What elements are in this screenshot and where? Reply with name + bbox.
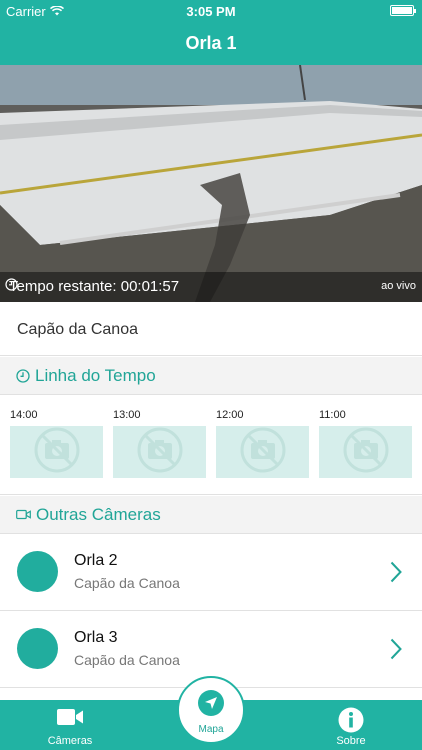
camera-avatar xyxy=(17,551,58,592)
no-image-icon xyxy=(137,427,183,478)
timeline-thumbnail[interactable] xyxy=(216,426,309,478)
timeline-strip: 14:00 13:00 12:00 11:00 xyxy=(0,395,422,495)
tab-about-label: Sobre xyxy=(336,735,366,747)
tab-cameras[interactable]: Câmeras xyxy=(10,700,130,750)
time-remaining-label: Tempo restante: 00:01:57 xyxy=(9,278,180,295)
timeline-thumbnail[interactable] xyxy=(319,426,412,478)
tab-map[interactable]: Mapa xyxy=(177,676,245,744)
no-image-icon xyxy=(34,427,80,478)
chevron-right-icon xyxy=(390,638,402,665)
timeline-time: 14:00 xyxy=(10,409,38,421)
status-bar: Carrier 3:05 PM xyxy=(0,0,422,22)
video-camera-icon xyxy=(10,707,130,727)
camera-location: Capão da Canoa xyxy=(74,575,180,591)
camera-name: Orla 3 xyxy=(74,629,118,646)
chevron-right-icon xyxy=(390,561,402,588)
info-icon xyxy=(291,707,411,733)
navigation-bar: Carrier 3:05 PM Orla 1 xyxy=(0,0,422,65)
page-title: Orla 1 xyxy=(185,33,237,53)
timeline-section-header: Linha do Tempo xyxy=(0,357,422,395)
video-frame-image xyxy=(0,65,422,302)
timeline-title: Linha do Tempo xyxy=(35,365,156,385)
camera-name: Orla 2 xyxy=(74,552,118,569)
clock-icon xyxy=(16,368,30,383)
timeline-time: 13:00 xyxy=(113,409,141,421)
other-cameras-title: Outras Câmeras xyxy=(36,504,161,524)
timeline-thumbnail[interactable] xyxy=(10,426,103,478)
time-remaining: Tempo restante: 00:01:57 xyxy=(5,278,179,295)
clock: 3:05 PM xyxy=(186,4,236,19)
timeline-time: 11:00 xyxy=(319,409,346,421)
camera-location: Capão da Canoa xyxy=(74,652,180,668)
location-name: Capão da Canoa xyxy=(17,321,138,338)
camera-avatar xyxy=(17,628,58,669)
tab-about[interactable]: Sobre xyxy=(291,700,411,750)
tab-map-label: Mapa xyxy=(198,724,224,735)
tab-cameras-label: Câmeras xyxy=(47,735,93,747)
live-badge: ao vivo xyxy=(381,280,416,292)
other-cameras-section-header: Outras Câmeras xyxy=(0,496,422,534)
timeline-thumbnail[interactable] xyxy=(113,426,206,478)
live-video-player[interactable]: Tempo restante: 00:01:57 ao vivo xyxy=(0,65,422,302)
camera-list-item[interactable]: Orla 2 Capão da Canoa xyxy=(0,534,422,611)
no-image-icon xyxy=(343,427,389,478)
battery-icon xyxy=(390,5,416,16)
no-image-icon xyxy=(240,427,286,478)
timeline-time: 12:00 xyxy=(216,409,244,421)
camera-location: Capão da Canoa xyxy=(0,302,422,356)
video-camera-icon xyxy=(16,509,31,520)
video-overlay: Tempo restante: 00:01:57 ao vivo xyxy=(0,272,422,302)
location-arrow-icon xyxy=(198,690,224,716)
